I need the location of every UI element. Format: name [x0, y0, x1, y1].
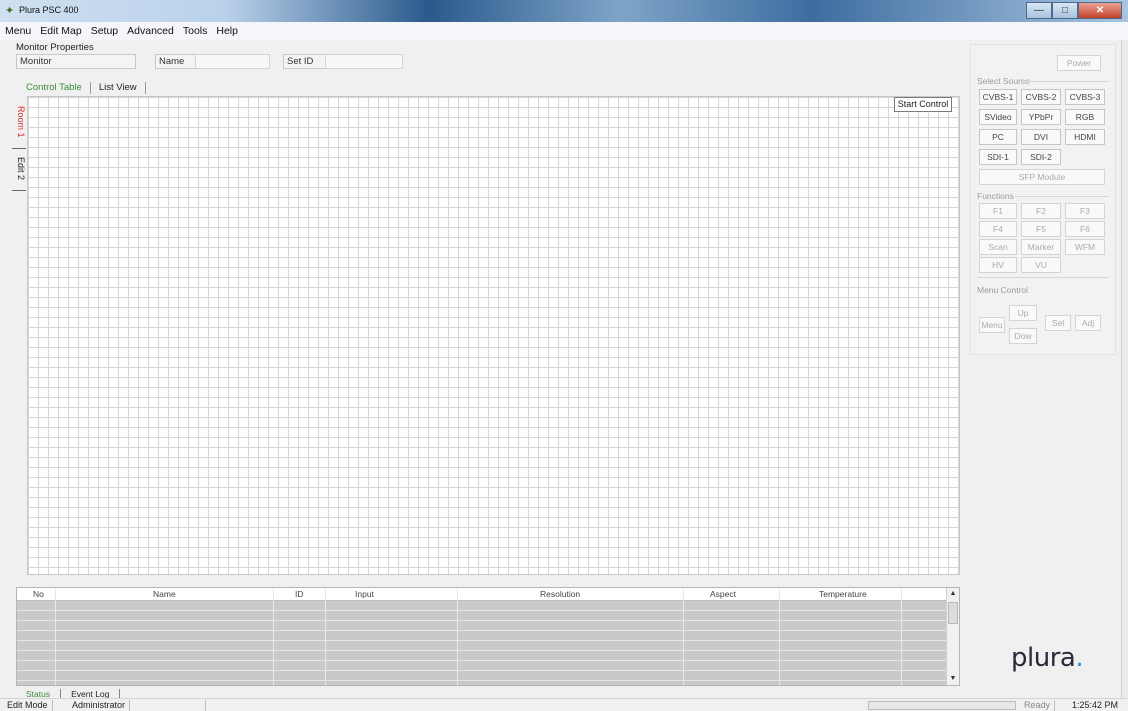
tab-list-view[interactable]: List View: [91, 82, 146, 94]
table-header: No Name ID Input Resolution Aspect Tempe…: [17, 588, 946, 601]
window-controls: — □ ✕: [1026, 2, 1122, 20]
window-title: Plura PSC 400: [19, 5, 79, 15]
menu-control-sel-button[interactable]: Sel: [1045, 315, 1071, 331]
scroll-thumb[interactable]: [948, 602, 958, 624]
menu-control-down-button[interactable]: Dow: [1009, 328, 1037, 344]
source-pc-button[interactable]: PC: [979, 129, 1017, 145]
column-separator: [325, 588, 326, 685]
function-marker-button[interactable]: Marker: [1021, 239, 1061, 255]
setid-field[interactable]: [325, 54, 403, 69]
function-f3-button[interactable]: F3: [1065, 203, 1105, 219]
status-table: No Name ID Input Resolution Aspect Tempe…: [16, 587, 960, 686]
column-separator: [55, 588, 56, 685]
function-f6-button[interactable]: F6: [1065, 221, 1105, 237]
menu-help[interactable]: Help: [216, 25, 238, 37]
menu-menu[interactable]: Menu: [5, 25, 31, 37]
menu-control-menu-button[interactable]: Menu: [979, 317, 1005, 333]
right-edge-panel: [1121, 40, 1128, 711]
status-state: Ready: [1020, 700, 1056, 711]
column-separator: [779, 588, 780, 685]
name-field[interactable]: [195, 54, 270, 69]
function-f5-button[interactable]: F5: [1021, 221, 1061, 237]
source-ypbpr-button[interactable]: YPbPr: [1021, 109, 1061, 125]
divider: [1015, 196, 1109, 197]
column-separator: [683, 588, 684, 685]
column-separator: [901, 588, 902, 685]
monitor-field[interactable]: Monitor: [16, 54, 136, 69]
column-aspect[interactable]: Aspect: [710, 588, 736, 601]
function-hv-button[interactable]: HV: [979, 257, 1017, 273]
function-f4-button[interactable]: F4: [979, 221, 1017, 237]
table-body[interactable]: [17, 601, 946, 685]
source-svideo-button[interactable]: SVideo: [979, 109, 1017, 125]
status-time: 1:25:42 PM: [1072, 700, 1119, 710]
tab-room-1[interactable]: Room 1: [12, 98, 26, 149]
title-bar: ✦ Plura PSC 400 — □ ✕: [0, 0, 1128, 22]
control-grid[interactable]: [27, 96, 960, 575]
column-no[interactable]: No: [33, 588, 44, 601]
setid-label: Set ID: [283, 54, 325, 69]
view-tabs: Control Table List View: [18, 82, 146, 94]
menu-bar: Menu Edit Map Setup Advanced Tools Help: [0, 22, 1128, 40]
source-cvbs3-button[interactable]: CVBS-3: [1065, 89, 1105, 105]
plura-logo: plura.: [1011, 643, 1084, 673]
start-control-button[interactable]: Start Control: [894, 97, 952, 112]
tab-edit-2[interactable]: Edit 2: [12, 149, 26, 191]
close-button[interactable]: ✕: [1078, 2, 1122, 19]
function-f1-button[interactable]: F1: [979, 203, 1017, 219]
menu-edit-map[interactable]: Edit Map: [40, 25, 81, 37]
source-cvbs1-button[interactable]: CVBS-1: [979, 89, 1017, 105]
status-bar: Edit Mode Administrator Ready 1:25:42 PM: [0, 698, 1128, 711]
sfp-module-button[interactable]: SFP Module: [979, 169, 1105, 185]
source-sdi1-button[interactable]: SDI-1: [979, 149, 1017, 165]
scroll-down-icon[interactable]: ▼: [947, 673, 959, 685]
column-separator: [273, 588, 274, 685]
column-resolution[interactable]: Resolution: [540, 588, 580, 601]
divider: [1023, 81, 1109, 82]
control-panel: Power Select Source CVBS-1 CVBS-2 CVBS-3…: [970, 44, 1116, 355]
minimize-button[interactable]: —: [1026, 2, 1052, 19]
monitor-properties-label: Monitor Properties: [16, 42, 94, 53]
function-scan-button[interactable]: Scan: [979, 239, 1017, 255]
column-separator: [457, 588, 458, 685]
menu-advanced[interactable]: Advanced: [127, 25, 174, 37]
column-name[interactable]: Name: [153, 588, 176, 601]
select-source-label: Select Source: [977, 76, 1030, 86]
function-wfm-button[interactable]: WFM: [1065, 239, 1105, 255]
column-temperature[interactable]: Temperature: [819, 588, 867, 601]
function-vu-button[interactable]: VU: [1021, 257, 1061, 273]
app-icon: ✦: [5, 5, 15, 17]
source-hdmi-button[interactable]: HDMI: [1065, 129, 1105, 145]
name-label: Name: [155, 54, 195, 69]
scroll-up-icon[interactable]: ▲: [947, 588, 959, 600]
status-progress: [868, 701, 1016, 710]
source-cvbs2-button[interactable]: CVBS-2: [1021, 89, 1061, 105]
menu-setup[interactable]: Setup: [91, 25, 118, 37]
function-f2-button[interactable]: F2: [1021, 203, 1061, 219]
column-input[interactable]: Input: [355, 588, 374, 601]
power-button[interactable]: Power: [1057, 55, 1101, 71]
menu-control-up-button[interactable]: Up: [1009, 305, 1037, 321]
divider: [977, 277, 1109, 278]
source-dvi-button[interactable]: DVI: [1021, 129, 1061, 145]
room-tabs: Room 1 Edit 2: [12, 98, 26, 191]
menu-control-adj-button[interactable]: Adj: [1075, 315, 1101, 331]
menu-tools[interactable]: Tools: [183, 25, 208, 37]
functions-label: Functions: [977, 191, 1014, 201]
maximize-button[interactable]: □: [1052, 2, 1078, 19]
menu-control-label: Menu Control: [977, 285, 1029, 295]
source-rgb-button[interactable]: RGB: [1065, 109, 1105, 125]
tab-control-table[interactable]: Control Table: [18, 82, 91, 94]
table-scrollbar[interactable]: ▲ ▼: [946, 588, 959, 685]
source-sdi2-button[interactable]: SDI-2: [1021, 149, 1061, 165]
column-id[interactable]: ID: [295, 588, 304, 601]
status-user: Administrator: [68, 700, 131, 711]
status-mode: Edit Mode: [3, 700, 53, 711]
status-separator: [205, 700, 206, 711]
